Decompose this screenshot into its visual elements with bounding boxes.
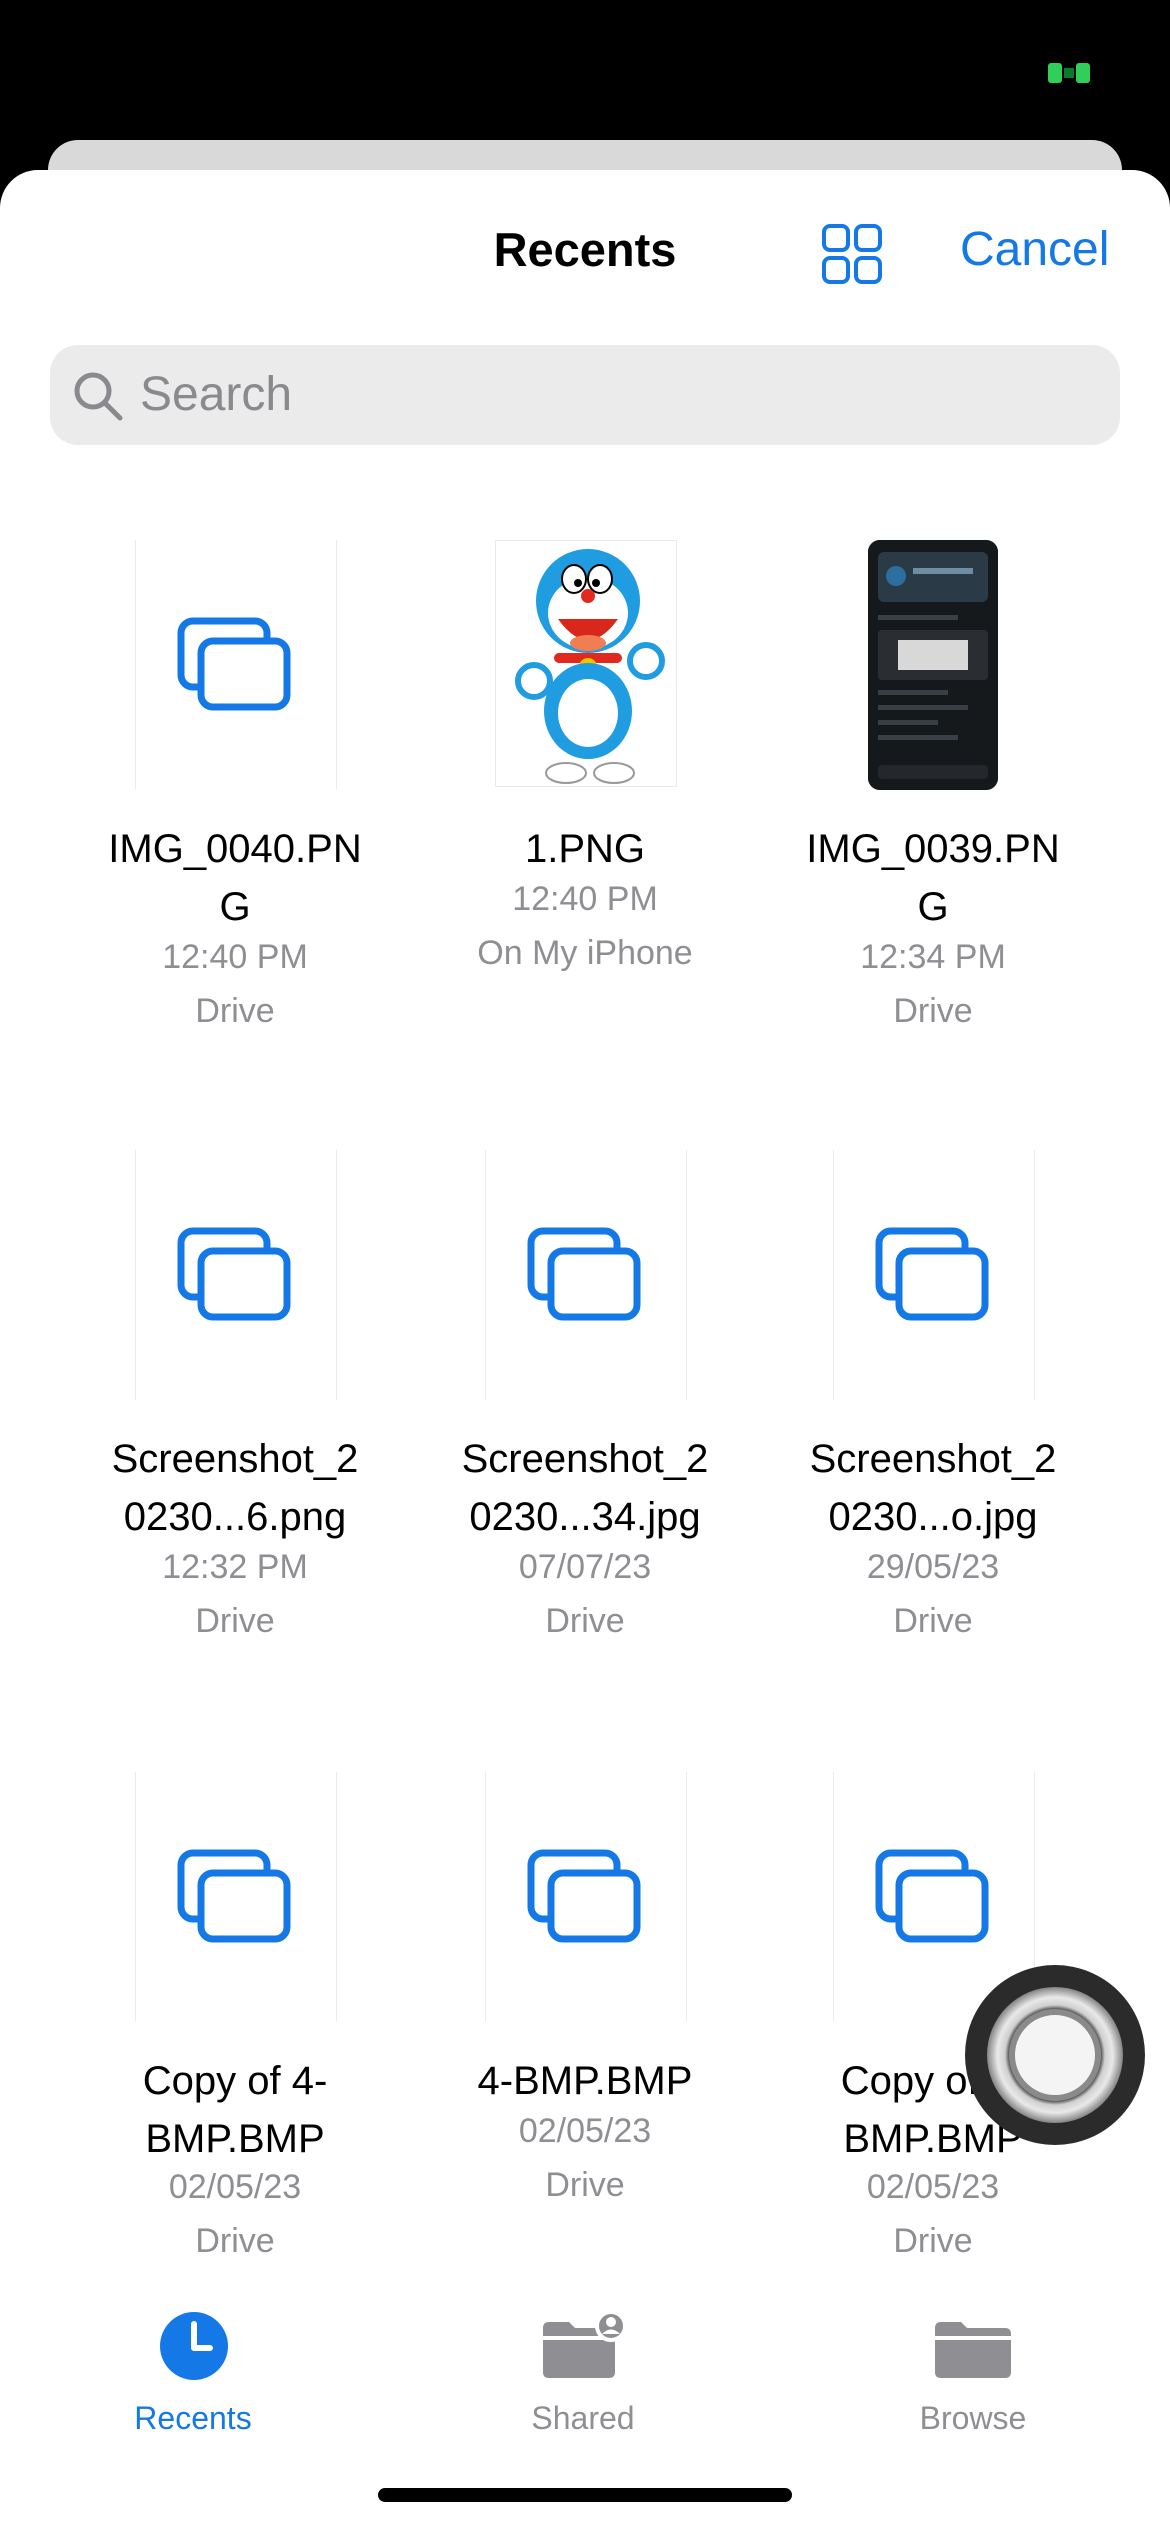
- generic-file-icon: [527, 1227, 641, 1321]
- file-time: 12:40 PM: [512, 880, 658, 918]
- tab-label: Browse: [919, 2400, 1027, 2436]
- file-name: Screenshot_2 0230...o.jpg: [809, 1437, 1057, 1539]
- generic-file-icon: [875, 1227, 989, 1321]
- tab-browse[interactable]: Browse: [853, 2300, 1093, 2450]
- file-location: Drive: [195, 1602, 275, 1640]
- grid-view-icon[interactable]: [820, 222, 884, 286]
- file-name: IMG_0040.PN G: [108, 827, 362, 929]
- file-item[interactable]: Copy of 4- BMP.BMP 02/05/23 Drive: [65, 1772, 405, 2272]
- file-location: Drive: [893, 992, 973, 1030]
- file-time: 02/05/23: [518, 2112, 652, 2150]
- file-name: 1.PNG: [524, 827, 646, 871]
- file-item[interactable]: IMG_0039.PN G 12:34 PM Drive: [763, 540, 1103, 1040]
- file-name: Copy of 4- BMP.BMP: [142, 2059, 328, 2161]
- generic-file-icon: [875, 1849, 989, 1943]
- generic-file-icon: [177, 1849, 291, 1943]
- search-icon: [74, 372, 123, 421]
- file-item[interactable]: Screenshot_2 0230...34.jpg 07/07/23 Driv…: [415, 1150, 755, 1650]
- assistive-touch-button[interactable]: [965, 1965, 1145, 2145]
- tab-shared[interactable]: Shared: [463, 2300, 703, 2450]
- file-item[interactable]: IMG_0040.PN G 12:40 PM Drive: [65, 540, 405, 1040]
- file-item[interactable]: Screenshot_2 0230...6.png 12:32 PM Drive: [65, 1150, 405, 1650]
- tab-bar: Recents Shared Browse: [0, 2280, 1170, 2460]
- home-indicator: [378, 2488, 792, 2502]
- file-name: Screenshot_2 0230...34.jpg: [461, 1437, 709, 1539]
- shared-folder-icon: [543, 2310, 627, 2378]
- file-time: 07/07/23: [518, 1548, 652, 1586]
- file-name: IMG_0039.PN G: [806, 827, 1060, 929]
- file-location: Drive: [893, 1602, 973, 1640]
- generic-file-icon: [177, 617, 291, 711]
- file-location: Drive: [893, 2222, 973, 2260]
- file-time: 12:40 PM: [162, 938, 308, 976]
- file-item[interactable]: 4-BMP.BMP 02/05/23 Drive: [415, 1772, 755, 2272]
- tab-label: Recents: [134, 2400, 252, 2436]
- file-time: 12:34 PM: [860, 938, 1006, 976]
- file-item[interactable]: 1.PNG 12:40 PM On My iPhone: [415, 540, 755, 1040]
- tab-recents[interactable]: Recents: [73, 2300, 313, 2450]
- file-time: 02/05/23: [866, 2168, 1000, 2206]
- camera-in-use-indicator-icon: [1048, 63, 1090, 83]
- cancel-button[interactable]: Cancel: [960, 222, 1109, 277]
- file-location: Drive: [195, 992, 275, 1030]
- file-item[interactable]: Screenshot_2 0230...o.jpg 29/05/23 Drive: [763, 1150, 1103, 1650]
- file-location: Drive: [545, 1602, 625, 1640]
- file-time: 02/05/23: [168, 2168, 302, 2206]
- file-name: 4-BMP.BMP: [477, 2059, 693, 2103]
- tab-label: Shared: [531, 2400, 635, 2436]
- file-location: On My iPhone: [477, 934, 693, 972]
- file-location: Drive: [195, 2222, 275, 2260]
- search-input[interactable]: [140, 345, 1040, 445]
- clock-icon: [160, 2312, 228, 2380]
- generic-file-icon: [177, 1227, 291, 1321]
- file-name: Screenshot_2 0230...6.png: [111, 1437, 359, 1539]
- file-location: Drive: [545, 2166, 625, 2204]
- file-time: 29/05/23: [866, 1548, 1000, 1586]
- assistive-touch-center: [1009, 2009, 1101, 2101]
- file-time: 12:32 PM: [162, 1548, 308, 1586]
- generic-file-icon: [527, 1849, 641, 1943]
- folder-icon: [935, 2322, 1011, 2378]
- search-bar[interactable]: [50, 345, 1120, 445]
